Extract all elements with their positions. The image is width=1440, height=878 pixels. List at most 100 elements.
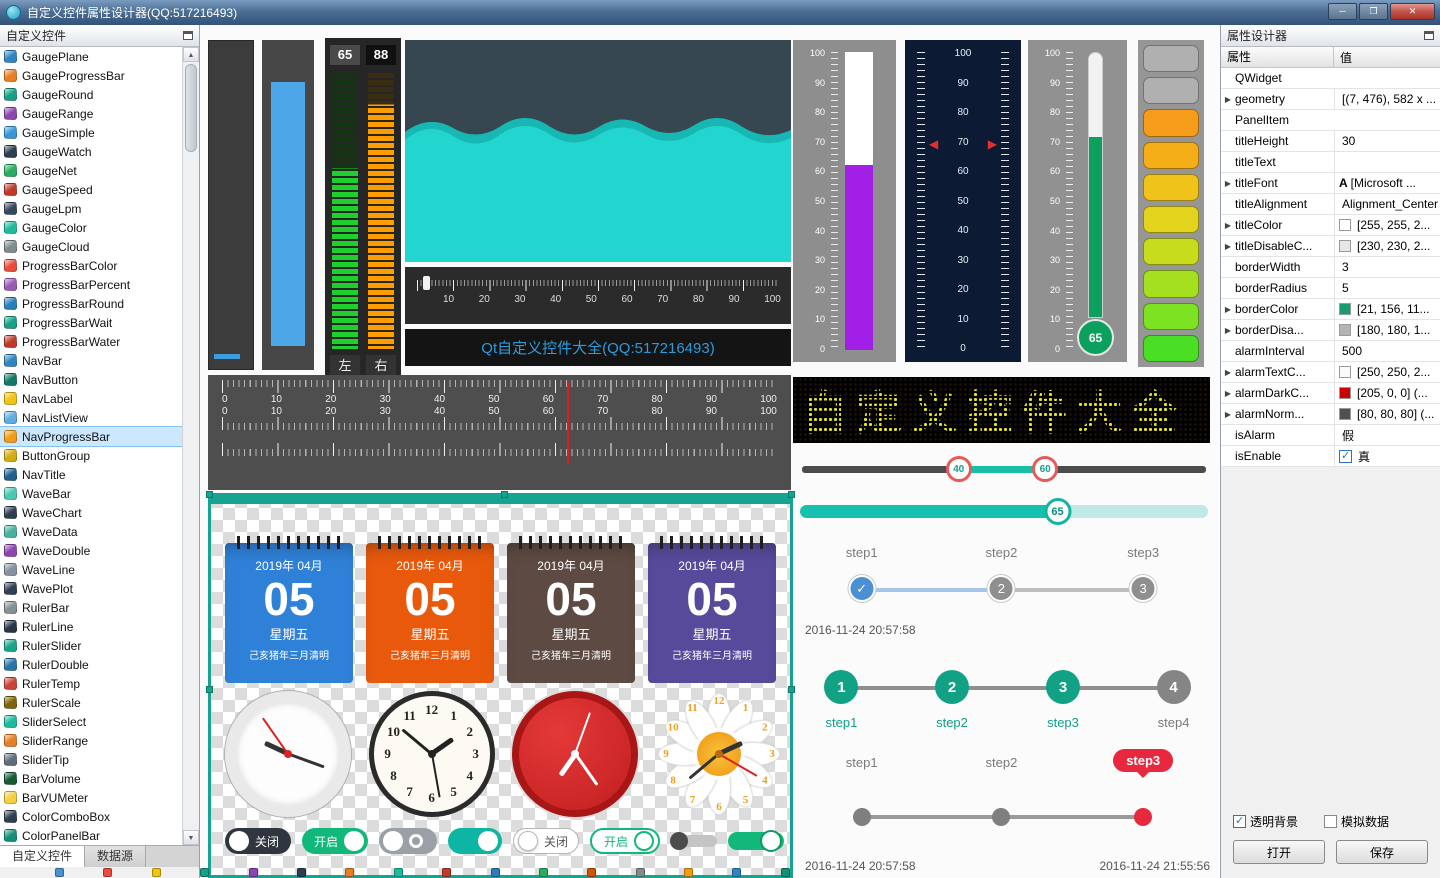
widget-tab-icon[interactable] [490,868,500,877]
analog-clock-numerals[interactable]: 12 1 2 3 4 5 6 7 8 9 10 11 [368,691,495,817]
property-row[interactable]: ▶ titleFont A [Microsoft ... [1221,173,1440,194]
widget-tab-icon[interactable] [103,868,113,877]
widget-tab-icon[interactable] [248,868,258,877]
widget-list-item[interactable]: RulerBar [0,598,183,617]
widget-list-item[interactable]: GaugeLpm [0,199,183,218]
property-value-cell[interactable]: [205, 0, 0] (... [1334,383,1440,403]
resize-handle[interactable] [206,685,213,693]
widget-list-item[interactable]: NavProgressBar [0,426,183,447]
widget-list-item[interactable]: SliderRange [0,731,183,750]
ruler-progress-widget[interactable]: 10 20 30 40 50 60 70 80 90 100 [405,267,791,324]
property-value-cell[interactable]: [230, 230, 2... [1334,236,1440,256]
widget-list-item[interactable]: WaveChart [0,503,183,522]
resize-handle[interactable] [788,685,795,693]
list-scrollbar[interactable]: ▲ ▼ [182,47,199,845]
widget-list-item[interactable]: RulerSlider [0,636,183,655]
property-value-cell[interactable]: 500 [1334,341,1440,361]
step-node[interactable]: 3 [1129,575,1157,602]
transparent-bg-checkbox[interactable]: 透明背景 [1233,813,1298,830]
toggle-switch[interactable] [448,828,502,854]
range-slider-widget[interactable]: 40 60 [798,452,1210,486]
property-row[interactable]: ▶ borderRadius 5 [1221,278,1440,299]
widget-list-item[interactable]: NavBar [0,351,183,370]
property-value-cell[interactable]: [21, 156, 11... [1334,299,1440,319]
ruler-slider-handle[interactable] [423,276,430,290]
widget-list-item[interactable]: RulerScale [0,693,183,712]
thermometer-widget[interactable]: 100 90 80 70 60 50 40 30 20 10 0 65 [1028,40,1127,362]
property-row[interactable]: ▶ titleHeight 30 [1221,131,1440,152]
open-button[interactable]: 打开 [1233,840,1325,864]
resize-handle[interactable] [206,491,213,498]
widget-list-item[interactable]: RulerTemp [0,674,183,693]
expand-arrow-icon[interactable]: ▶ [1221,179,1235,188]
maximize-button[interactable]: ❐ [1359,3,1388,20]
float-icon[interactable] [1424,31,1434,40]
property-value-cell[interactable]: 3 [1334,257,1440,277]
led-matrix-widget[interactable]: 自定义控件大全 [793,377,1210,443]
property-row[interactable]: ▶ QWidget [1221,68,1440,89]
ruler-value-marker[interactable] [566,381,569,463]
property-row[interactable]: ▶ alarmTextC... [250, 250, 2... [1221,362,1440,383]
toggle-switch[interactable]: 开启 [590,828,660,854]
save-button[interactable]: 保存 [1336,840,1428,864]
widget-list-item[interactable]: NavButton [0,370,183,389]
property-value-cell[interactable]: [(7, 476), 582 x ... [1334,89,1440,109]
widget-list-item[interactable]: RulerLine [0,617,183,636]
property-value-cell[interactable] [1334,152,1440,172]
toolbox-tab[interactable]: 数据源 [85,846,147,867]
scroll-up-icon[interactable]: ▲ [183,47,199,62]
calendar-widget[interactable]: 2019年 04月 05 星期五 己亥猪年三月清明 [507,536,635,683]
widget-tab-icon[interactable] [151,868,161,877]
widget-list-item[interactable]: WaveDouble [0,541,183,560]
expand-arrow-icon[interactable]: ▶ [1221,305,1235,314]
widget-tab-icon[interactable] [442,868,452,877]
volume-bar-widget[interactable] [208,40,254,370]
step-progress-widget-2[interactable]: 1234 step1 step2 step3 step4 [805,657,1210,745]
expand-arrow-icon[interactable]: ▶ [1221,242,1235,251]
wave-water-widget[interactable] [405,40,791,262]
banner-label-widget[interactable]: Qt自定义控件大全(QQ:517216493) [405,329,791,366]
calendar-widget[interactable]: 2019年 04月 05 星期五 己亥猪年三月清明 [366,536,494,683]
panel-item-widget[interactable]: 2019年 04月 05 星期五 己亥猪年三月清明 2019年 04月 05 星… [206,491,795,878]
expand-arrow-icon[interactable]: ▶ [1221,410,1235,419]
property-value-cell[interactable]: [180, 180, 1... [1334,320,1440,340]
property-value-cell[interactable]: Alignment_Center [1334,194,1440,214]
mock-data-checkbox[interactable]: 模拟数据 [1324,813,1389,830]
property-row[interactable]: ▶ titleAlignment Alignment_Center [1221,194,1440,215]
step-node[interactable] [852,808,871,826]
widget-list-item[interactable]: GaugePlane [0,47,183,66]
widget-tab-icon[interactable] [200,868,210,877]
step-progress-widget-3[interactable]: step1 step2 step3 2016-11-24 20:57:58 201… [805,747,1210,877]
toggle-switch[interactable]: 关闭 [225,828,291,854]
widget-tab-icon[interactable] [780,868,790,877]
property-row[interactable]: ▶ borderColor [21, 156, 11... [1221,299,1440,320]
property-value-cell[interactable] [1334,110,1440,130]
step-node[interactable] [992,808,1011,826]
property-value-cell[interactable] [1334,68,1440,88]
range-high-handle[interactable]: 60 [1032,456,1059,482]
toggle-switch[interactable] [728,830,784,852]
value-slider-widget[interactable]: 65 [798,493,1210,529]
widget-list-item[interactable]: GaugeSimple [0,123,183,142]
widget-list-item[interactable]: GaugeSpeed [0,180,183,199]
property-value-cell[interactable]: [250, 250, 2... [1334,362,1440,382]
widget-tab-icon[interactable] [296,868,306,877]
step-progress-widget-1[interactable]: step1 step2 step3 ✓ 2 3 2016-11-24 20:57:58 [805,537,1210,645]
property-row[interactable]: ▶ borderWidth 3 [1221,257,1440,278]
analog-clock-simple[interactable] [225,691,351,817]
toggle-switch[interactable]: 开启 [302,828,368,854]
slider-handle[interactable]: 65 [1044,498,1072,525]
scrollbar-thumb[interactable] [185,64,197,152]
widget-list-item[interactable]: WaveLine [0,560,183,579]
property-row[interactable]: ▶ alarmDarkC... [205, 0, 0] (... [1221,383,1440,404]
widget-list-item[interactable]: SliderTip [0,750,183,769]
property-row[interactable]: ▶ alarmNorm... [80, 80, 80] (... [1221,404,1440,425]
property-value-cell[interactable]: 真 [1334,446,1440,466]
widget-list-item[interactable]: WavePlot [0,579,183,598]
widget-list-item[interactable]: GaugeColor [0,218,183,237]
widget-tab-icon[interactable] [732,868,742,877]
property-row[interactable]: ▶ PanelItem [1221,110,1440,131]
double-ruler-widget[interactable]: 0 10 20 30 40 50 60 70 80 90 100 0 10 20 30 40 50 60 70 80… [208,375,791,490]
property-row[interactable]: ▶ isEnable 真 [1221,446,1440,467]
expand-arrow-icon[interactable]: ▶ [1221,95,1235,104]
